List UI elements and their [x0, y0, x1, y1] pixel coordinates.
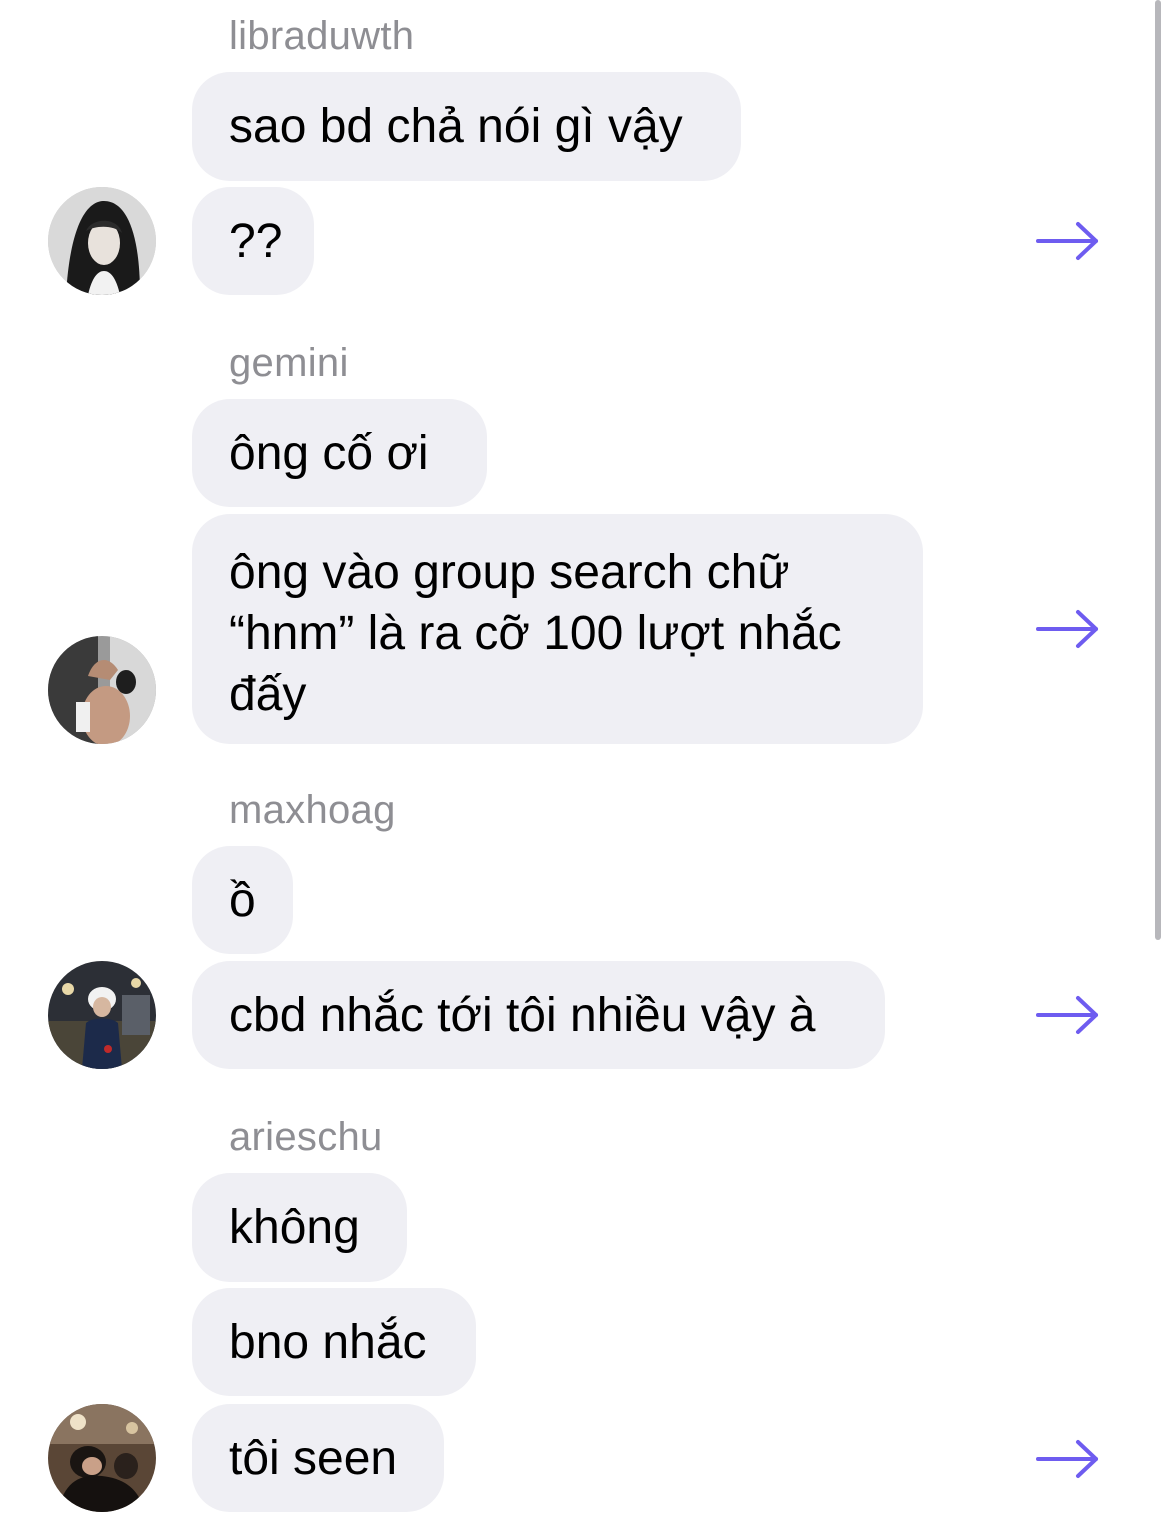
- arrow-right-icon: [1036, 1440, 1098, 1478]
- message-text: ông cố ơi: [229, 426, 429, 480]
- message-bubble[interactable]: ông vào group search chữ “hnm” là ra cỡ …: [192, 514, 923, 744]
- share-button[interactable]: [1034, 609, 1102, 649]
- message-bubble[interactable]: ??: [192, 187, 314, 295]
- arrow-right-icon: [1036, 222, 1098, 260]
- message-bubble[interactable]: sao bd chả nói gì vậy: [192, 72, 741, 181]
- message-text: không: [229, 1201, 360, 1254]
- message-text: bno nhắc: [229, 1315, 427, 1369]
- arrow-right-icon: [1036, 996, 1098, 1034]
- share-button[interactable]: [1034, 995, 1102, 1035]
- scrollbar[interactable]: [1155, 0, 1161, 940]
- message-bubble[interactable]: bno nhắc: [192, 1288, 476, 1396]
- message-text: tôi seen: [229, 1431, 398, 1485]
- sender-name: maxhoag: [229, 788, 396, 832]
- message-bubble[interactable]: tôi seen: [192, 1404, 444, 1512]
- avatar[interactable]: [48, 1404, 156, 1512]
- message-bubble[interactable]: ồ: [192, 846, 293, 954]
- message-text: sao bd chả nói gì vậy: [229, 100, 683, 153]
- share-button[interactable]: [1034, 1439, 1102, 1479]
- avatar[interactable]: [48, 636, 156, 744]
- arrow-right-icon: [1036, 610, 1098, 648]
- share-button[interactable]: [1034, 221, 1102, 261]
- avatar[interactable]: [48, 187, 156, 295]
- message-bubble[interactable]: ông cố ơi: [192, 399, 487, 507]
- message-text-line: “hnm” là ra cỡ 100 lượt nhắc: [229, 607, 842, 660]
- message-text-line: ông vào group search chữ: [229, 546, 790, 599]
- message-text: ồ: [229, 873, 256, 927]
- sender-name: arieschu: [229, 1115, 383, 1159]
- message-text-line: đấy: [229, 668, 307, 721]
- sender-name: libraduwth: [229, 14, 415, 58]
- message-text: ??: [229, 214, 283, 268]
- message-text: cbd nhắc tới tôi nhiều vậy à: [229, 988, 816, 1042]
- avatar[interactable]: [48, 961, 156, 1069]
- message-bubble[interactable]: cbd nhắc tới tôi nhiều vậy à: [192, 961, 885, 1069]
- message-bubble[interactable]: không: [192, 1173, 407, 1282]
- sender-name: gemini: [229, 341, 349, 385]
